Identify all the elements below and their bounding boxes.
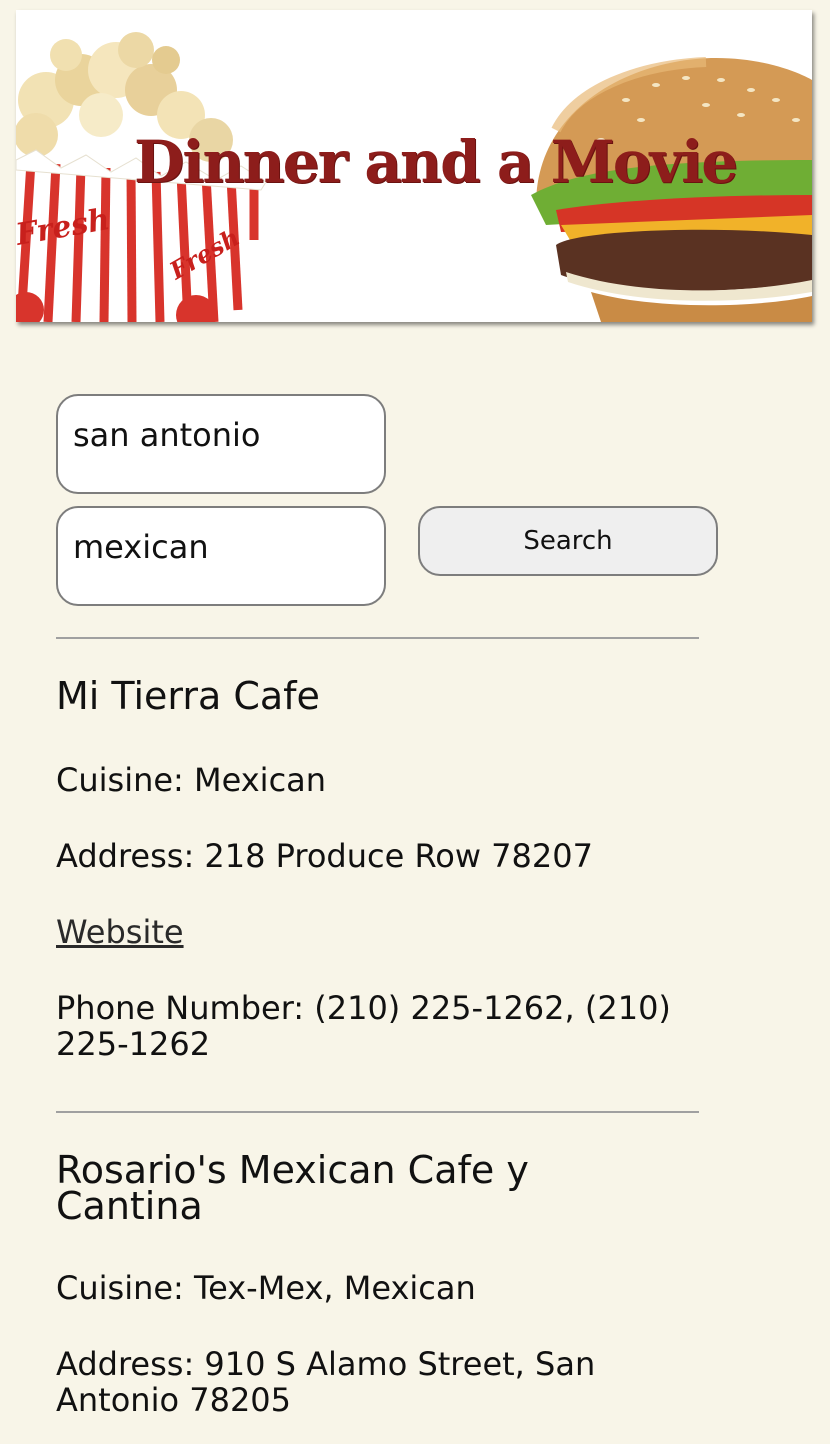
restaurant-cuisine: Cuisine: Mexican (56, 761, 327, 799)
result-divider (56, 637, 699, 639)
city-input[interactable]: san antonio (56, 394, 386, 494)
header-banner: Fresh Fresh Dinner and a Movie (16, 10, 812, 322)
restaurant-name: Rosario's Mexican Cafe y Cantina (56, 1148, 529, 1228)
restaurant-website-wrap: Website (56, 914, 686, 950)
restaurant-address: Address: 910 S Alamo Street, San Antonio… (56, 1345, 596, 1419)
result-divider (56, 1111, 699, 1113)
restaurant-address: Address: 218 Produce Row 78207 (56, 837, 593, 875)
search-button[interactable]: Search (418, 506, 718, 576)
website-link[interactable]: Website (56, 913, 184, 951)
restaurant-name: Mi Tierra Cafe (56, 674, 320, 718)
cuisine-input[interactable]: mexican (56, 506, 386, 606)
restaurant-phone: Phone Number: (210) 225-1262, (210) 225-… (56, 989, 671, 1063)
banner-title: Dinner and a Movie (134, 128, 738, 196)
restaurant-cuisine: Cuisine: Tex-Mex, Mexican (56, 1269, 476, 1307)
